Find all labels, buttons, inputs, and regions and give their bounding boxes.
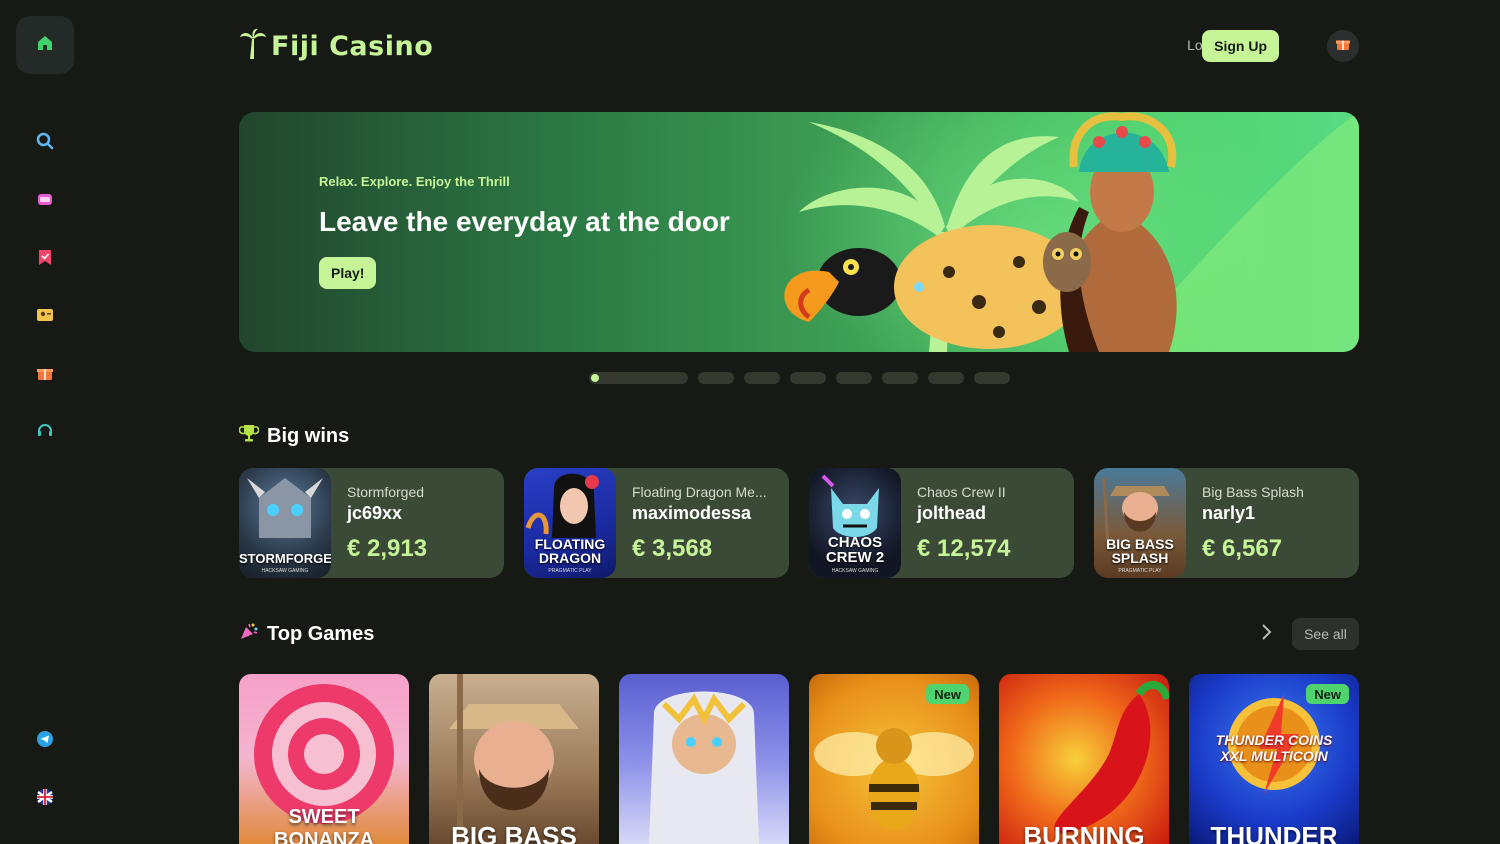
big-win-card[interactable]: STORMFORGED HACKSAW GAMING Stormforged j… (239, 468, 504, 578)
hero-tagline: Relax. Explore. Enjoy the Thrill (319, 174, 510, 189)
top-games-heading: Top Games (239, 619, 374, 649)
game-logo-text: THUNDER COINS XXL MULTICOIN (1215, 732, 1333, 765)
win-username: narly1 (1202, 503, 1256, 523)
win-game-name: Floating Dragon Me... (632, 484, 767, 500)
carousel-dot[interactable] (698, 372, 734, 384)
bookmark-icon (36, 248, 54, 271)
carousel-dot[interactable] (836, 372, 872, 384)
new-badge: New (1306, 684, 1349, 704)
logo[interactable]: Fiji Casino (239, 28, 433, 64)
support-button[interactable] (30, 418, 60, 448)
win-amount: € 12,574 (917, 535, 1011, 562)
game-card[interactable] (619, 674, 789, 844)
language-uk-flag-icon (36, 788, 54, 811)
game-card[interactable]: THUNDER COINS XXL MULTICOIN New THUNDER (1189, 674, 1359, 844)
thumbnail-provider: PRAGMATIC PLAY (548, 568, 592, 574)
chili-pepper-art (1054, 681, 1169, 834)
big-wins-title: Big wins (267, 424, 350, 447)
game-title: THUNDER (1210, 821, 1338, 844)
chevron-right-icon (1259, 623, 1273, 646)
win-username: maximodessa (632, 503, 752, 523)
gift-icon (1336, 37, 1350, 56)
scroll-right-button[interactable] (1254, 622, 1278, 646)
telegram-icon (36, 730, 54, 753)
home-icon (36, 34, 54, 57)
game-thumbnail: CHAOS CREW 2 HACKSAW GAMING (809, 468, 901, 578)
zeus-art (649, 691, 759, 844)
win-game-name: Chaos Crew II (917, 484, 1006, 500)
game-card[interactable]: BURNING (999, 674, 1169, 844)
hero-carousel-dots (589, 372, 1010, 384)
hero-play-button[interactable]: Play! (319, 257, 377, 289)
big-win-card[interactable]: CHAOS CREW 2 HACKSAW GAMING Chaos Crew I… (809, 468, 1074, 578)
telegram-button[interactable] (30, 726, 60, 756)
slot-machine-icon (36, 190, 54, 213)
game-title: SWEET BONANZA (274, 806, 374, 844)
favorites-button[interactable] (30, 244, 60, 274)
game-card[interactable]: New (809, 674, 979, 844)
thumbnail-title: STORMFORGED (239, 551, 331, 567)
carousel-dot-active[interactable] (589, 372, 688, 384)
search-icon (36, 132, 54, 155)
win-game-name: Stormforged (347, 484, 425, 500)
top-games-title: Top Games (267, 622, 375, 645)
win-amount: € 3,568 (632, 535, 713, 562)
live-casino-icon (36, 306, 54, 329)
trophy-icon (238, 423, 260, 449)
bonus-gift-button[interactable] (1327, 30, 1359, 62)
home-button[interactable] (16, 16, 74, 74)
game-thumbnail: FLOATING DRAGON PRAGMATIC PLAY (524, 468, 616, 578)
big-win-card[interactable]: FLOATING DRAGON PRAGMATIC PLAY Floating … (524, 468, 789, 578)
carousel-dot[interactable] (974, 372, 1010, 384)
win-amount: € 2,913 (347, 535, 428, 562)
thumbnail-provider: HACKSAW GAMING (831, 568, 879, 574)
sidebar (0, 0, 90, 844)
slots-button[interactable] (30, 186, 60, 216)
carousel-dot[interactable] (744, 372, 780, 384)
game-card[interactable]: SWEET BONANZA (239, 674, 409, 844)
win-username: jolthead (917, 503, 987, 523)
game-title: BIG BASS (451, 821, 577, 844)
logo-text: Fiji Casino (271, 30, 434, 62)
game-card[interactable]: BIG BASS (429, 674, 599, 844)
hero-illustration (779, 112, 1359, 352)
thumbnail-title: BIG BASS SPLASH (1106, 535, 1174, 567)
language-button[interactable] (30, 784, 60, 814)
thumbnail-title: CHAOS CREW 2 (825, 533, 885, 567)
signup-button[interactable]: Sign Up (1202, 30, 1279, 62)
game-title: BURNING (1023, 821, 1145, 844)
fisherman-art (449, 674, 579, 844)
thumbnail-provider: HACKSAW GAMING (261, 568, 309, 574)
win-amount: € 6,567 (1202, 535, 1283, 562)
carousel-dot[interactable] (790, 372, 826, 384)
palm-tree-icon (239, 28, 267, 65)
thumbnail-provider: PRAGMATIC PLAY (1118, 568, 1162, 574)
win-game-name: Big Bass Splash (1202, 484, 1304, 500)
search-button[interactable] (30, 128, 60, 158)
thumbnail-title: FLOATING DRAGON (534, 535, 606, 567)
game-thumbnail: BIG BASS SPLASH PRAGMATIC PLAY (1094, 468, 1186, 578)
carousel-dot[interactable] (928, 372, 964, 384)
new-badge: New (926, 684, 969, 704)
live-casino-button[interactable] (30, 302, 60, 332)
carousel-dot[interactable] (882, 372, 918, 384)
game-thumbnail: STORMFORGED HACKSAW GAMING (239, 468, 331, 578)
big-win-card[interactable]: BIG BASS SPLASH PRAGMATIC PLAY Big Bass … (1094, 468, 1359, 578)
promotions-button[interactable] (30, 360, 60, 390)
hero-title: Leave the everyday at the door (319, 206, 730, 237)
gift-icon (36, 364, 54, 387)
support-icon (36, 422, 54, 445)
win-username: jc69xx (347, 503, 403, 523)
big-wins-heading: Big wins (238, 421, 350, 451)
see-all-button[interactable]: See all (1292, 618, 1359, 650)
hero-banner[interactable]: Relax. Explore. Enjoy the Thrill Leave t… (239, 112, 1359, 352)
top-bar: Fiji Casino Log In Sign Up (239, 28, 1359, 64)
party-popper-icon (239, 621, 259, 647)
